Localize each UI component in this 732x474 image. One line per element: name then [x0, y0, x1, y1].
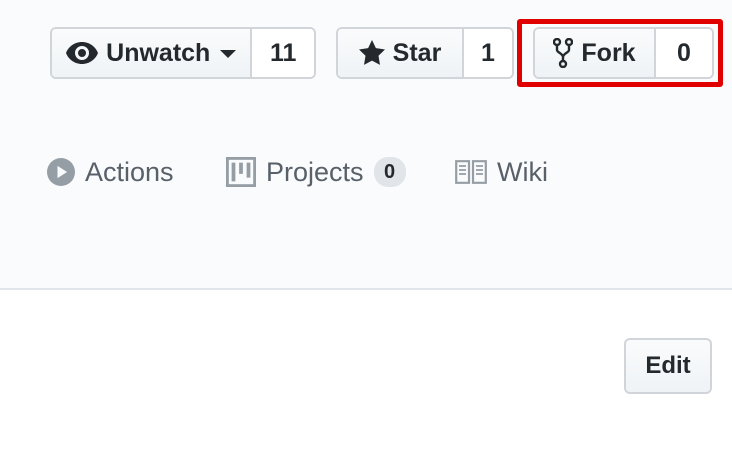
- edit-button[interactable]: Edit: [624, 338, 712, 394]
- chevron-down-icon[interactable]: [220, 50, 237, 58]
- nav-item-projects-label: Projects: [266, 156, 364, 187]
- nav-item-actions-label: Actions: [85, 156, 174, 187]
- stargazers-count[interactable]: 1: [464, 29, 512, 77]
- play-icon: [47, 158, 75, 186]
- unwatch-button[interactable]: Unwatch: [52, 29, 253, 77]
- watch-button-group: Unwatch 11: [50, 27, 316, 79]
- nav-item-wiki[interactable]: Wiki: [455, 150, 548, 194]
- star-label: Star: [392, 38, 442, 67]
- watchers-count[interactable]: 11: [252, 29, 314, 77]
- eye-icon: [66, 42, 99, 64]
- project-icon: [226, 157, 256, 187]
- unwatch-label: Unwatch: [106, 38, 211, 67]
- star-button-group: Star 1: [336, 27, 514, 79]
- projects-counter: 0: [373, 157, 406, 187]
- nav-item-wiki-label: Wiki: [497, 156, 548, 187]
- star-icon: [358, 40, 385, 66]
- star-button[interactable]: Star: [338, 29, 464, 77]
- fork-highlight-box: [517, 19, 723, 87]
- book-icon: [455, 160, 487, 184]
- nav-item-actions[interactable]: Actions: [47, 150, 174, 194]
- nav-item-projects[interactable]: Projects 0: [226, 150, 406, 194]
